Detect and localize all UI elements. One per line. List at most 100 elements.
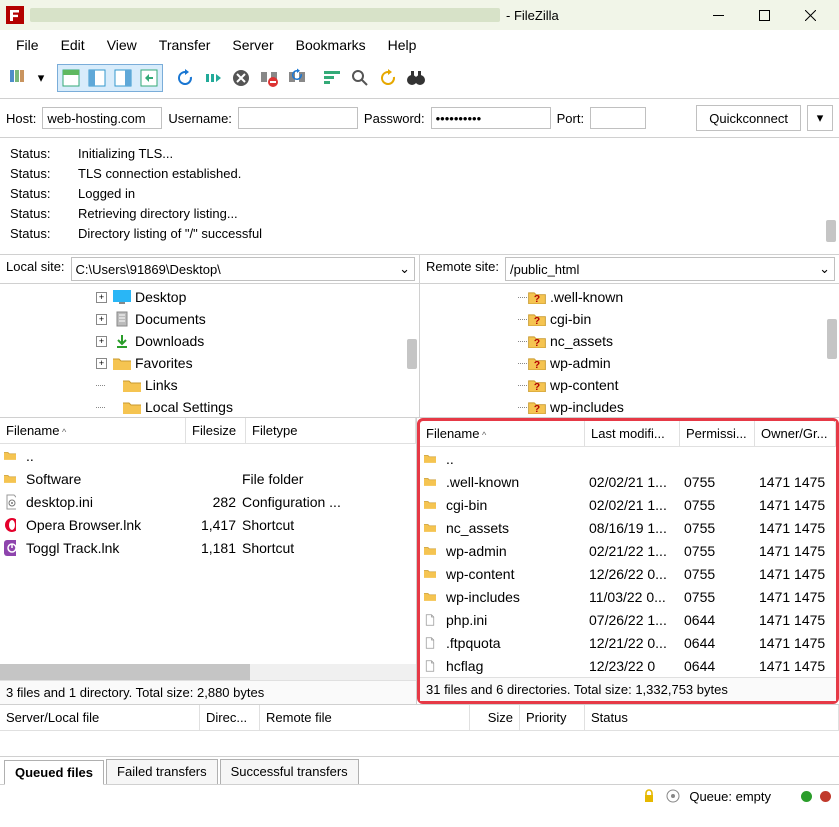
tree-item[interactable]: ?cgi-bin xyxy=(420,308,839,330)
file-row[interactable]: SoftwareFile folder xyxy=(0,467,416,490)
disconnect-icon[interactable] xyxy=(256,65,282,91)
port-input[interactable] xyxy=(590,107,646,129)
tree-item[interactable]: ?wp-includes xyxy=(420,396,839,417)
tree-item[interactable]: Local Settings xyxy=(0,396,419,417)
quickconnect-button[interactable]: Quickconnect xyxy=(696,105,801,131)
th-size[interactable]: Size xyxy=(470,705,520,730)
site-manager-dropdown-icon[interactable]: ▾ xyxy=(34,65,48,91)
ini-icon xyxy=(4,494,22,510)
minimize-button[interactable] xyxy=(695,0,741,30)
tree-item[interactable]: ?.well-known xyxy=(420,286,839,308)
compare-icon[interactable] xyxy=(375,65,401,91)
file-row[interactable]: Toggl Track.lnk1,181Shortcut xyxy=(0,536,416,559)
col-filetype[interactable]: Filetype xyxy=(246,418,416,443)
file-row[interactable]: desktop.ini282Configuration ... xyxy=(0,490,416,513)
col-filename[interactable]: Filename xyxy=(0,418,186,443)
menu-view[interactable]: View xyxy=(97,34,147,56)
th-direction[interactable]: Direc... xyxy=(200,705,260,730)
col-perm[interactable]: Permissi... xyxy=(680,421,755,446)
local-tree[interactable]: +Desktop+Documents+Downloads+FavoritesLi… xyxy=(0,284,420,417)
col-owner[interactable]: Owner/Gr... xyxy=(755,421,836,446)
tree-scrollbar[interactable] xyxy=(407,339,417,369)
tree-item[interactable]: +Desktop xyxy=(0,286,419,308)
file-row[interactable]: nc_assets08/16/19 1...07551471 1475 xyxy=(420,516,836,539)
file-row[interactable]: wp-admin02/21/22 1...07551471 1475 xyxy=(420,539,836,562)
log-scrollbar[interactable] xyxy=(826,220,836,242)
username-input[interactable] xyxy=(238,107,358,129)
tree-item[interactable]: ?nc_assets xyxy=(420,330,839,352)
tree-item[interactable]: Links xyxy=(0,374,419,396)
tab-queued[interactable]: Queued files xyxy=(4,760,104,785)
title-path-redacted xyxy=(30,8,500,22)
tree-scrollbar[interactable] xyxy=(827,319,837,359)
remote-site-combo[interactable]: /public_html⌄ xyxy=(505,257,835,281)
tree-item[interactable]: +Documents xyxy=(0,308,419,330)
tree-item[interactable]: ?wp-admin xyxy=(420,352,839,374)
folder-icon xyxy=(424,589,442,605)
toggle-local-tree-icon[interactable] xyxy=(84,65,110,91)
col-filesize[interactable]: Filesize xyxy=(186,418,246,443)
menu-edit[interactable]: Edit xyxy=(51,34,95,56)
folder-icon xyxy=(123,377,141,393)
tree-item[interactable]: ?wp-content xyxy=(420,374,839,396)
password-input[interactable] xyxy=(431,107,551,129)
th-remote[interactable]: Remote file xyxy=(260,705,470,730)
unknown-folder-icon: ? xyxy=(528,333,546,349)
quickconnect-dropdown-icon[interactable]: ▾ xyxy=(807,105,833,131)
tab-failed[interactable]: Failed transfers xyxy=(106,759,218,784)
lock-icon[interactable] xyxy=(641,788,657,804)
binoculars-icon[interactable] xyxy=(403,65,429,91)
tree-item[interactable]: +Favorites xyxy=(0,352,419,374)
file-row[interactable]: .ftpquota12/21/22 0...06441471 1475 xyxy=(420,631,836,654)
menu-help[interactable]: Help xyxy=(378,34,427,56)
toggle-log-icon[interactable] xyxy=(58,65,84,91)
search-icon[interactable] xyxy=(347,65,373,91)
remote-status: 31 files and 6 directories. Total size: … xyxy=(420,677,836,701)
file-row[interactable]: wp-content12/26/22 0...07551471 1475 xyxy=(420,562,836,585)
folder-icon xyxy=(113,355,131,371)
tree-item[interactable]: +Downloads xyxy=(0,330,419,352)
close-button[interactable] xyxy=(787,0,833,30)
remote-tree[interactable]: ?.well-known?cgi-bin?nc_assets?wp-admin?… xyxy=(420,284,839,417)
toolbar: ▾ xyxy=(0,62,839,99)
host-input[interactable] xyxy=(42,107,162,129)
site-manager-icon[interactable] xyxy=(6,65,32,91)
toggle-remote-tree-icon[interactable] xyxy=(110,65,136,91)
file-row[interactable]: cgi-bin02/02/21 1...07551471 1475 xyxy=(420,493,836,516)
file-row[interactable]: .. xyxy=(0,444,416,467)
filter-icon[interactable] xyxy=(319,65,345,91)
file-row[interactable]: wp-includes11/03/22 0...07551471 1475 xyxy=(420,585,836,608)
desktop-icon xyxy=(113,289,131,305)
col-filename[interactable]: Filename xyxy=(420,421,585,446)
maximize-button[interactable] xyxy=(741,0,787,30)
title-bar: - FileZilla xyxy=(0,0,839,30)
menu-file[interactable]: File xyxy=(6,34,49,56)
tab-successful[interactable]: Successful transfers xyxy=(220,759,359,784)
file-row[interactable]: php.ini07/26/22 1...06441471 1475 xyxy=(420,608,836,631)
menu-server[interactable]: Server xyxy=(222,34,283,56)
folder-icon xyxy=(424,497,442,513)
th-status[interactable]: Status xyxy=(585,705,839,730)
file-row[interactable]: .well-known02/02/21 1...07551471 1475 xyxy=(420,470,836,493)
process-queue-icon[interactable] xyxy=(200,65,226,91)
menu-bookmarks[interactable]: Bookmarks xyxy=(286,34,376,56)
th-priority[interactable]: Priority xyxy=(520,705,585,730)
local-site-combo[interactable]: C:\Users\91869\Desktop\⌄ xyxy=(71,257,415,281)
h-scrollbar[interactable] xyxy=(0,664,416,680)
local-status: 3 files and 1 directory. Total size: 2,8… xyxy=(0,680,416,704)
cancel-icon[interactable] xyxy=(228,65,254,91)
unknown-folder-icon: ? xyxy=(528,377,546,393)
folder-icon xyxy=(4,471,22,487)
file-row[interactable]: Opera Browser.lnk1,417Shortcut xyxy=(0,513,416,536)
toggle-queue-icon[interactable] xyxy=(136,65,162,91)
col-lastmod[interactable]: Last modifi... xyxy=(585,421,680,446)
file-row[interactable]: hcflag12/23/22 006441471 1475 xyxy=(420,654,836,677)
file-row[interactable]: .. xyxy=(420,447,836,470)
folder-icon xyxy=(424,543,442,559)
local-site-label: Local site: xyxy=(0,255,71,283)
menu-transfer[interactable]: Transfer xyxy=(149,34,221,56)
reconnect-icon[interactable] xyxy=(284,65,310,91)
th-server[interactable]: Server/Local file xyxy=(0,705,200,730)
password-label: Password: xyxy=(364,111,425,126)
refresh-icon[interactable] xyxy=(172,65,198,91)
